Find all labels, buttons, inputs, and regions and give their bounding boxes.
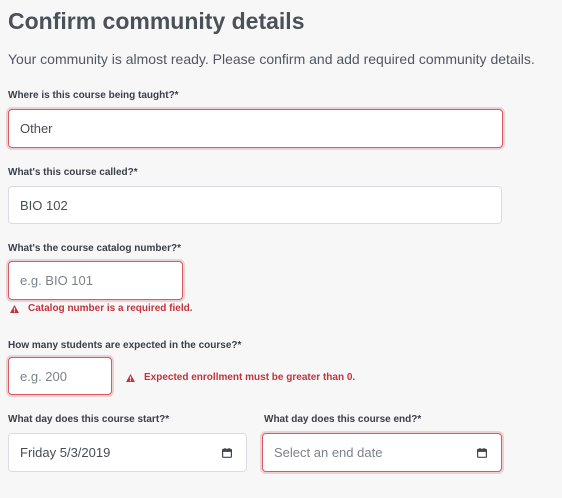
course-name-value: BIO 102: [20, 197, 68, 213]
location-value: Other: [20, 121, 53, 136]
page-subtitle: Your community is almost ready. Please c…: [8, 51, 535, 67]
location-label: Where is this course being taught?*: [8, 90, 179, 101]
enrollment-error-text: Expected enrollment must be greater than…: [144, 372, 356, 383]
page-title: Confirm community details: [8, 8, 305, 34]
calendar-icon[interactable]: [477, 447, 487, 458]
catalog-number-error-text: Catalog number is a required field.: [28, 303, 193, 314]
enrollment-input[interactable]: e.g. 200: [8, 357, 112, 395]
catalog-number-label: What's the course catalog number?*: [8, 243, 181, 254]
end-date-label: What day does this course end?*: [264, 414, 422, 425]
start-date-label: What day does this course start?*: [8, 414, 170, 425]
start-date-picker[interactable]: Friday 5/3/2019: [8, 433, 247, 472]
catalog-number-error: Catalog number is a required field.: [10, 303, 192, 314]
course-name-label: What's this course called?*: [8, 167, 138, 178]
location-select[interactable]: Other: [8, 109, 503, 148]
course-name-input[interactable]: BIO 102: [8, 186, 502, 224]
calendar-icon[interactable]: [222, 447, 232, 458]
warning-icon: [10, 304, 19, 313]
enrollment-label: How many students are expected in the co…: [8, 340, 242, 351]
enrollment-error: Expected enrollment must be greater than…: [126, 372, 355, 383]
start-date-value: Friday 5/3/2019: [20, 445, 111, 460]
catalog-number-input[interactable]: e.g. BIO 101: [8, 261, 183, 300]
end-date-placeholder: Select an end date: [274, 445, 383, 460]
warning-icon: [126, 373, 135, 382]
end-date-picker[interactable]: Select an end date: [262, 433, 502, 472]
catalog-number-placeholder: e.g. BIO 101: [20, 273, 93, 288]
enrollment-placeholder: e.g. 200: [20, 368, 67, 384]
